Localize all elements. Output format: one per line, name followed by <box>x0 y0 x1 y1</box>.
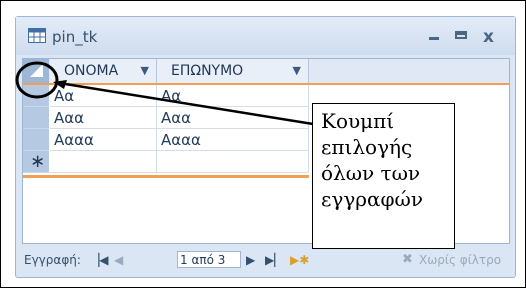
callout-arrow-line <box>58 81 314 126</box>
highlight-circle <box>15 61 59 99</box>
screenshot-frame: pin_tk x ΟΝΟΜΑ ▼ ΕΠΩΝΥΜΟ ▼ Αα Αα Ααα Ααα… <box>0 0 526 288</box>
annotation-overlay <box>15 61 314 126</box>
